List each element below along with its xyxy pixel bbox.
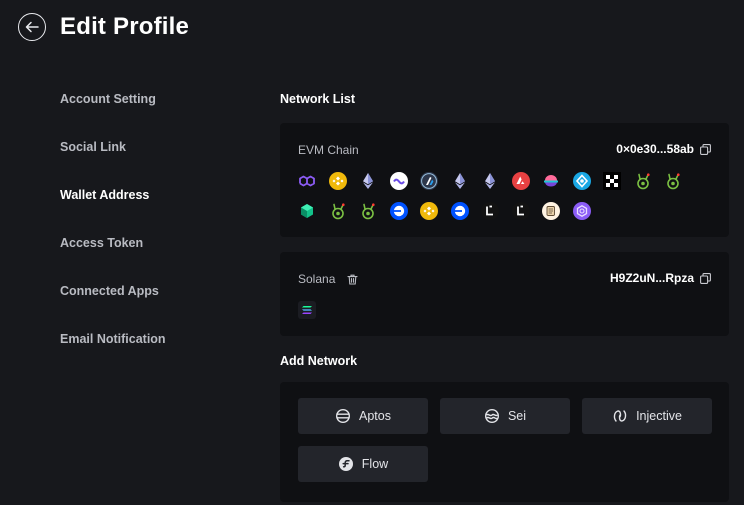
solana-address: H9Z2uN...Rpza	[610, 271, 711, 285]
sidebar-item-connected-apps[interactable]: Connected Apps	[60, 284, 240, 332]
scroll-icon	[542, 202, 560, 220]
ethereum-icon	[481, 172, 499, 190]
main-content: Network List EVM Chain 0×0e30...58ab Sol…	[280, 92, 730, 502]
solana-card: Solana H9Z2uN...Rpza	[280, 252, 729, 336]
evm-chain-label: EVM Chain	[298, 143, 359, 157]
sidebar-item-account-setting[interactable]: Account Setting	[60, 92, 240, 140]
copy-icon[interactable]	[700, 143, 711, 155]
injective-icon	[613, 410, 627, 422]
add-injective-label: Injective	[636, 409, 682, 423]
base-icon	[450, 202, 469, 220]
copy-icon[interactable]	[700, 272, 711, 284]
sidebar-item-social-link[interactable]: Social Link	[60, 140, 240, 188]
polygon-icon	[298, 172, 316, 190]
kava-icon	[329, 202, 347, 220]
avalanche-icon	[511, 172, 530, 190]
okx-icon	[603, 172, 621, 190]
add-flow-button[interactable]: Flow	[298, 446, 428, 482]
add-sei-button[interactable]: Sei	[440, 398, 570, 434]
evm-chain-card: EVM Chain 0×0e30...58ab	[280, 123, 729, 237]
add-network-card: Aptos Sei Injective Flow	[280, 382, 729, 502]
header: Edit Profile	[18, 13, 189, 41]
add-network-title: Add Network	[280, 354, 358, 368]
add-aptos-label: Aptos	[359, 409, 391, 423]
cube-icon	[298, 202, 316, 220]
linea-icon	[481, 202, 499, 220]
solana-icons-row	[298, 301, 329, 319]
add-sei-label: Sei	[507, 409, 527, 423]
bridge-icon	[389, 172, 408, 190]
page-title: Edit Profile	[60, 13, 190, 40]
sidebar-item-wallet-address[interactable]: Wallet Address	[60, 188, 240, 236]
linea-icon	[511, 202, 530, 220]
solana-chain-name: Solana	[298, 272, 358, 286]
solana-address-text: H9Z2uN...Rpza	[609, 271, 694, 285]
kava-icon	[634, 172, 652, 190]
arbitrum-icon	[420, 172, 438, 190]
kava-icon	[664, 172, 682, 190]
arrow-left-icon	[25, 21, 39, 33]
evm-icons-row-2	[298, 202, 603, 220]
sidebar-item-access-token[interactable]: Access Token	[60, 236, 240, 284]
flow-icon	[338, 457, 353, 471]
solana-icon	[298, 301, 316, 319]
celo-icon	[572, 172, 591, 190]
back-button[interactable]	[18, 13, 46, 41]
add-network-grid: Aptos Sei Injective Flow	[298, 398, 712, 482]
zksync-icon	[572, 202, 591, 220]
sidebar-item-email-notification[interactable]: Email Notification	[60, 332, 240, 380]
evm-chain-name: EVM Chain	[298, 143, 359, 157]
base-icon	[389, 202, 408, 220]
bnb-icon	[420, 202, 438, 220]
bnb-icon	[328, 172, 347, 190]
sidebar: Account Setting Social Link Wallet Addre…	[60, 92, 240, 380]
ethereum-icon	[359, 172, 377, 190]
add-aptos-button[interactable]: Aptos	[298, 398, 428, 434]
evm-address-text: 0×0e30...58ab	[616, 142, 694, 156]
add-injective-button[interactable]: Injective	[582, 398, 712, 434]
sei-icon	[484, 408, 499, 424]
aptos-icon	[336, 408, 351, 424]
evm-icons-row-1	[298, 172, 695, 190]
trash-icon[interactable]	[347, 274, 358, 285]
ethereum-icon	[451, 172, 469, 190]
evm-address: 0×0e30...58ab	[616, 142, 711, 156]
network-list-title: Network List	[280, 92, 356, 106]
solana-chain-label: Solana	[298, 272, 336, 286]
kava-icon	[359, 202, 377, 220]
fantom-icon	[542, 172, 560, 190]
add-flow-label: Flow	[361, 457, 389, 471]
